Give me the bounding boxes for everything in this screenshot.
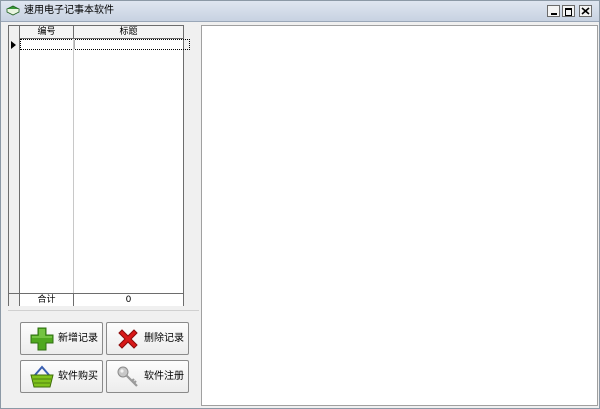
title-bar[interactable]: 速用电子记事本软件 bbox=[1, 1, 599, 22]
row-indicator-column bbox=[9, 26, 20, 305]
footer-total-count: 0 bbox=[125, 295, 132, 305]
column-header-id[interactable]: 编号 bbox=[20, 26, 74, 39]
add-record-button[interactable]: 新增记录 bbox=[20, 322, 103, 355]
current-row-arrow-icon bbox=[11, 41, 16, 49]
table-row[interactable] bbox=[20, 39, 190, 50]
key-icon bbox=[117, 366, 138, 387]
records-grid[interactable]: 编号 标题 合计 0 bbox=[8, 25, 190, 306]
register-software-button[interactable]: 软件注册 bbox=[106, 360, 189, 393]
buy-software-label: 软件购买 bbox=[58, 371, 98, 382]
content-editor[interactable] bbox=[201, 25, 598, 406]
notebook-app-icon bbox=[6, 5, 20, 16]
delete-record-button[interactable]: 删除记录 bbox=[106, 322, 189, 355]
minimize-button[interactable] bbox=[547, 5, 560, 17]
window-title: 速用电子记事本软件 bbox=[24, 5, 114, 16]
shopping-basket-icon bbox=[30, 365, 54, 388]
app-window: 速用电子记事本软件 编号 标题 合计 0 新增记录 删除记录 软件购买 软件注册 bbox=[0, 0, 600, 409]
delete-record-label: 删除记录 bbox=[144, 333, 184, 344]
close-button[interactable] bbox=[579, 5, 592, 17]
plus-icon bbox=[30, 327, 54, 351]
maximize-button[interactable] bbox=[562, 5, 575, 17]
buy-software-button[interactable]: 软件购买 bbox=[20, 360, 103, 393]
column-divider bbox=[73, 39, 74, 293]
column-header-title[interactable]: 标题 bbox=[74, 26, 183, 39]
add-record-label: 新增记录 bbox=[58, 333, 98, 344]
footer-total-label: 合计 bbox=[20, 294, 74, 306]
grid-footer: 合计 0 bbox=[9, 293, 183, 306]
register-software-label: 软件注册 bbox=[144, 371, 184, 382]
button-panel: 新增记录 删除记录 软件购买 软件注册 bbox=[8, 310, 199, 406]
close-icon bbox=[581, 7, 590, 15]
delete-x-icon bbox=[118, 329, 138, 349]
